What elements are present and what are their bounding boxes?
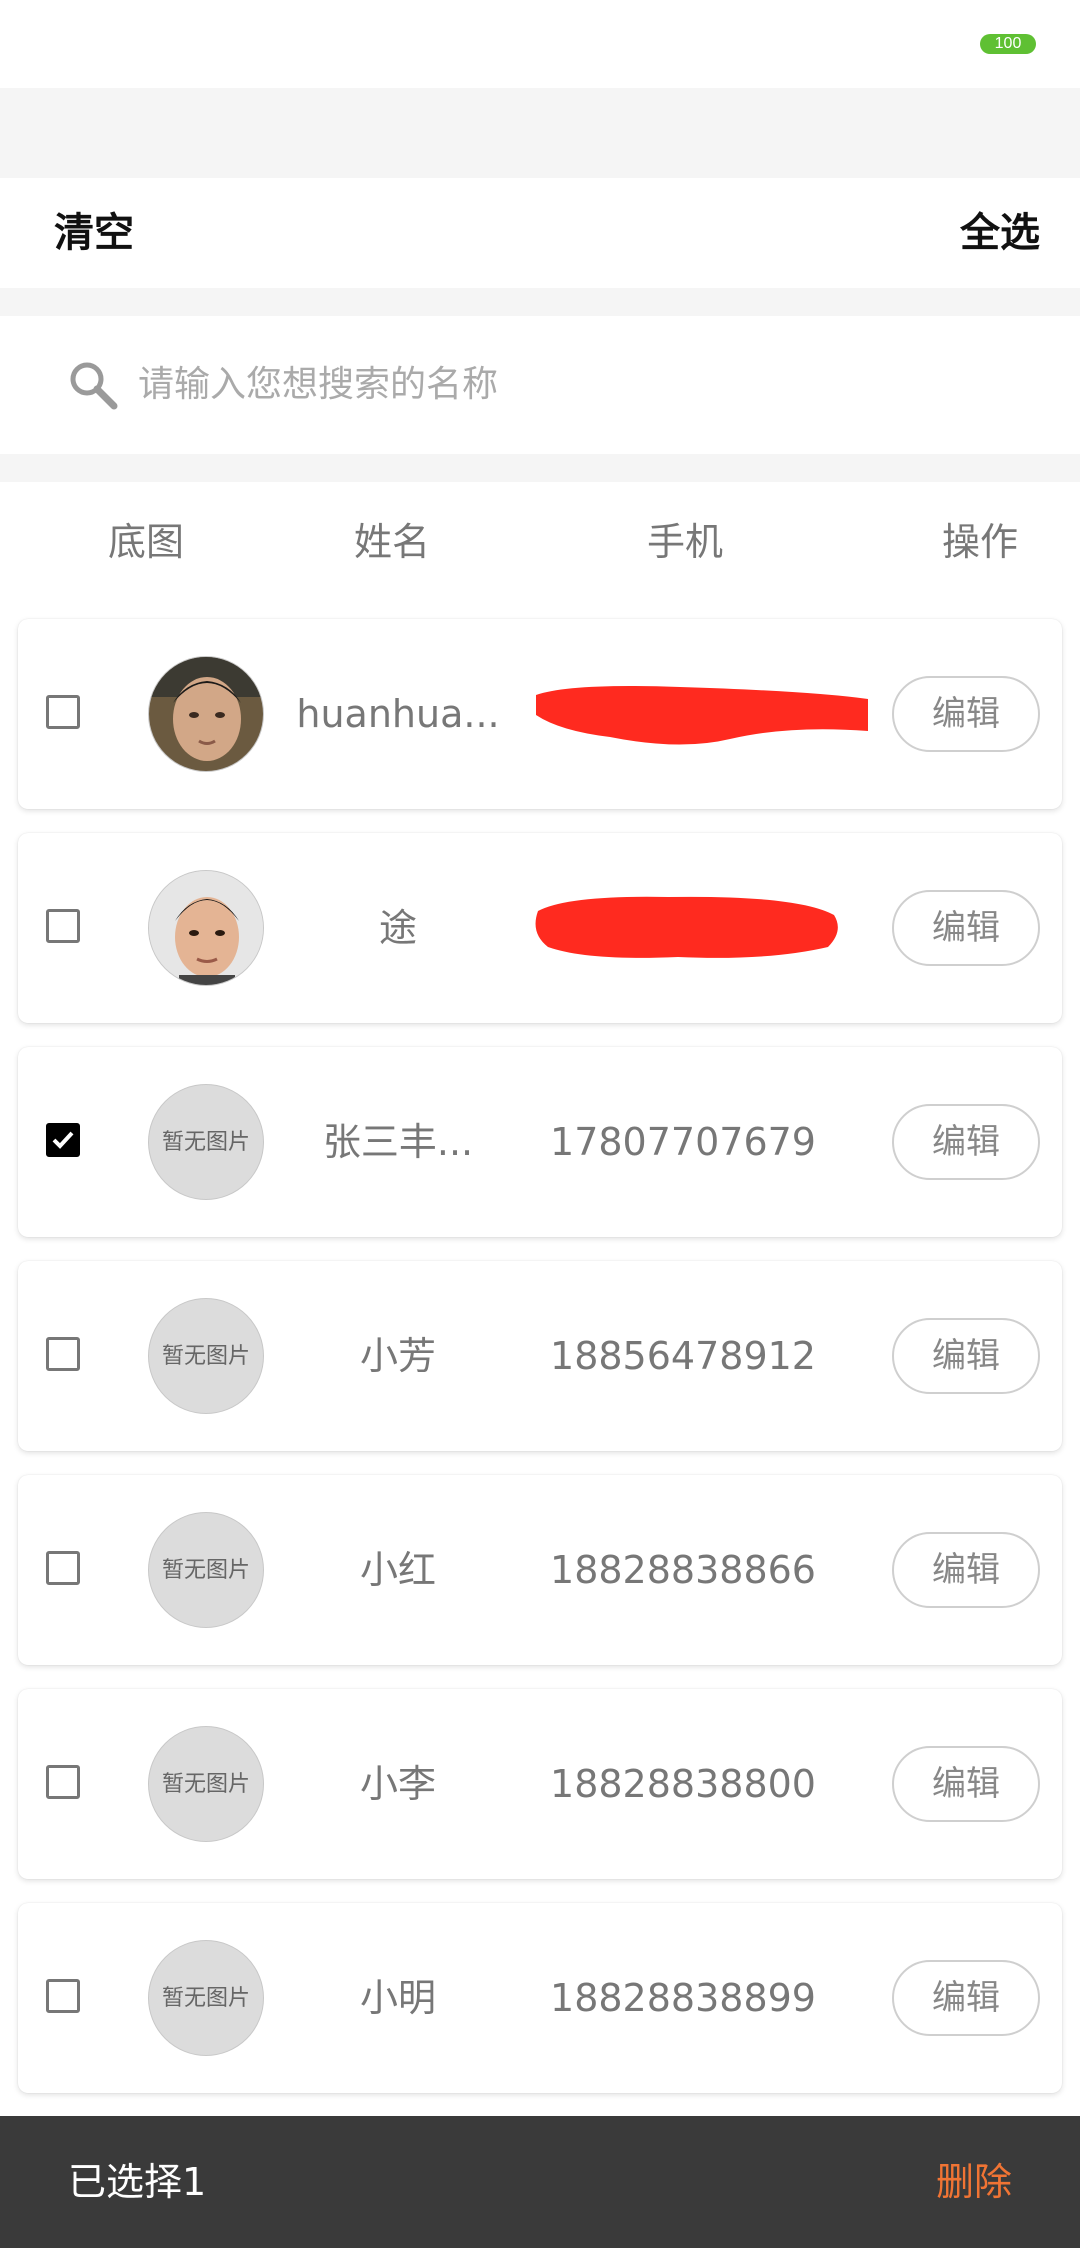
contact-name: 小李 <box>359 1762 437 1806</box>
avatar <box>148 870 264 986</box>
contact-name: 小红 <box>359 1548 437 1592</box>
face-photo-icon <box>149 657 263 771</box>
contact-phone: 18828838899 <box>550 1976 816 2020</box>
column-header-action: 操作 <box>941 520 1019 564</box>
contact-name: 张三丰... <box>322 1120 474 1164</box>
row-checkbox[interactable] <box>46 909 80 943</box>
contact-phone: 17807707679 <box>550 1120 816 1164</box>
contact-phone: 18828838866 <box>550 1548 816 1592</box>
avatar <box>148 656 264 772</box>
edit-button[interactable]: 编辑 <box>892 676 1040 752</box>
row-checkbox[interactable] <box>46 1337 80 1371</box>
contact-name: huanhua... <box>296 692 500 736</box>
header-spacer <box>0 88 1080 178</box>
row-checkbox[interactable] <box>46 1551 80 1585</box>
column-header-name: 姓名 <box>353 520 431 564</box>
column-header-phone: 手机 <box>646 520 724 564</box>
no-image-label: 暂无图片 <box>161 1772 250 1797</box>
list-item: 暂无图片 张三丰... 17807707679 编辑 <box>18 1047 1062 1237</box>
list-item: 途 编辑 <box>18 833 1062 1023</box>
no-image-label: 暂无图片 <box>161 1558 250 1583</box>
face-photo-icon <box>149 871 263 985</box>
no-image-label: 暂无图片 <box>161 1986 250 2011</box>
avatar-placeholder: 暂无图片 <box>148 1726 264 1842</box>
bottom-action-bar: 已选择1 删除 <box>0 2116 1080 2248</box>
clear-button[interactable]: 清空 <box>54 178 134 288</box>
edit-button[interactable]: 编辑 <box>892 1104 1040 1180</box>
avatar-placeholder: 暂无图片 <box>148 1084 264 1200</box>
contact-phone: 18828838800 <box>550 1762 816 1806</box>
battery-icon: 100 <box>980 34 1036 54</box>
list-item: 暂无图片 小红 18828838866 编辑 <box>18 1475 1062 1665</box>
toolbar: 清空 全选 <box>0 178 1080 288</box>
contact-name: 小明 <box>359 1976 437 2020</box>
edit-button[interactable]: 编辑 <box>892 1532 1040 1608</box>
edit-button[interactable]: 编辑 <box>892 1318 1040 1394</box>
list-item: huanhua... 编辑 <box>18 619 1062 809</box>
redaction-mark <box>536 686 868 745</box>
search-input[interactable]: 请输入您想搜索的名称 <box>138 316 498 454</box>
avatar-placeholder: 暂无图片 <box>148 1298 264 1414</box>
contact-name: 途 <box>378 906 418 950</box>
edit-button[interactable]: 编辑 <box>892 1960 1040 2036</box>
row-checkbox[interactable] <box>46 695 80 729</box>
select-all-button[interactable]: 全选 <box>960 178 1040 288</box>
avatar-placeholder: 暂无图片 <box>148 1512 264 1628</box>
table-header: 底图 姓名 手机 操作 <box>0 482 1080 602</box>
contact-list: huanhua... 编辑 途 编辑 暂无图片 张三丰... 178077076… <box>0 602 1080 2116</box>
redaction-mark <box>535 896 838 958</box>
checkmark-icon <box>52 1131 74 1149</box>
list-item: 暂无图片 小芳 18856478912 编辑 <box>18 1261 1062 1451</box>
row-checkbox-checked[interactable] <box>46 1123 80 1157</box>
contact-phone: 18856478912 <box>550 1334 816 1378</box>
list-item: 暂无图片 小明 18828838899 编辑 <box>18 1903 1062 2093</box>
list-item: 暂无图片 小李 18828838800 编辑 <box>18 1689 1062 1879</box>
edit-button[interactable]: 编辑 <box>892 1746 1040 1822</box>
avatar-placeholder: 暂无图片 <box>148 1940 264 2056</box>
row-checkbox[interactable] <box>46 1765 80 1799</box>
no-image-label: 暂无图片 <box>161 1130 250 1155</box>
status-bar: 100 <box>0 0 1080 88</box>
contact-name: 小芳 <box>359 1334 437 1378</box>
row-checkbox[interactable] <box>46 1979 80 2013</box>
edit-button[interactable]: 编辑 <box>892 890 1040 966</box>
no-image-label: 暂无图片 <box>161 1344 250 1369</box>
search-bar[interactable]: 请输入您想搜索的名称 <box>0 316 1080 454</box>
selected-count: 已选择1 <box>68 2160 207 2204</box>
column-header-image: 底图 <box>107 520 185 564</box>
delete-button[interactable]: 删除 <box>936 2116 1012 2248</box>
search-icon <box>70 362 118 410</box>
